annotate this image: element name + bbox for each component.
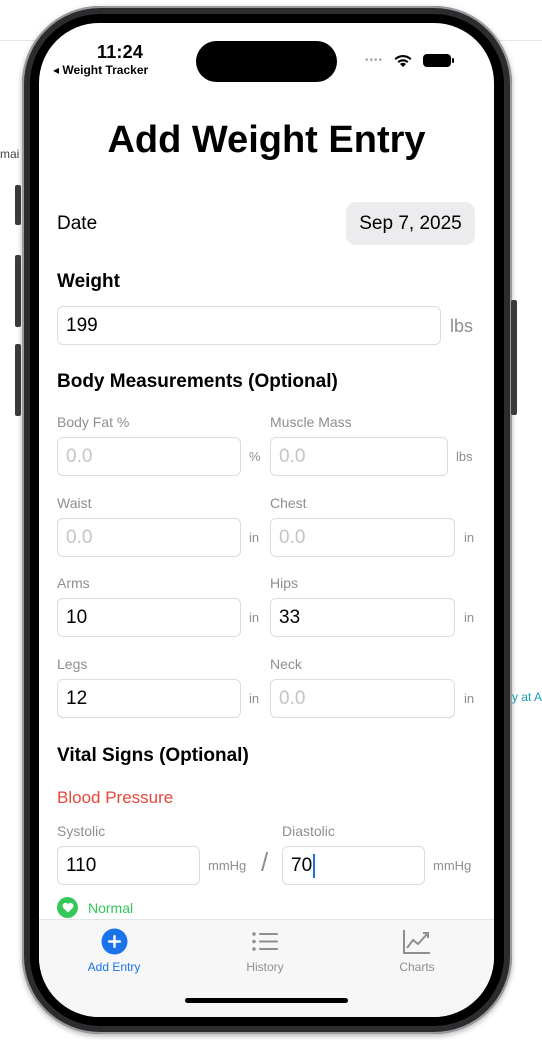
app-screen: 11:24 ◂ Weight Tracker •••• Add Weight E… — [39, 23, 494, 1017]
systolic-input[interactable]: 110 — [57, 846, 200, 885]
waist-input[interactable]: 0.0 — [57, 518, 241, 557]
neck-unit: in — [464, 691, 475, 706]
bp-separator: / — [261, 847, 269, 877]
tab-charts-label: Charts — [399, 960, 435, 974]
blood-pressure-title: Blood Pressure — [57, 788, 174, 807]
legs-unit: in — [249, 691, 260, 706]
diastolic-unit: mmHg — [433, 858, 472, 873]
wifi-icon — [394, 54, 412, 67]
body-fat-input[interactable]: 0.0 — [57, 437, 241, 476]
text-caret — [313, 853, 316, 878]
body-fat-unit: % — [249, 449, 261, 464]
volume-down-button — [15, 344, 21, 416]
arms-input[interactable]: 10 — [57, 598, 241, 637]
vital-signs-title: Vital Signs (Optional) — [57, 745, 249, 766]
volume-up-button — [15, 255, 21, 327]
home-indicator[interactable] — [185, 998, 348, 1003]
dynamic-island — [196, 41, 337, 82]
body-measurements-title: Body Measurements (Optional) — [57, 371, 338, 392]
hips-label: Hips — [270, 575, 299, 591]
chest-input[interactable]: 0.0 — [270, 518, 455, 557]
hips-input[interactable]: 33 — [270, 598, 455, 637]
battery-icon — [423, 54, 455, 67]
tab-charts[interactable]: Charts — [357, 928, 477, 974]
waist-unit: in — [249, 530, 260, 545]
neck-input[interactable]: 0.0 — [270, 679, 455, 718]
chest-label: Chest — [270, 495, 307, 511]
date-label: Date — [57, 213, 98, 234]
plus-circle-icon — [101, 928, 127, 955]
chest-unit: in — [464, 530, 475, 545]
signal-dots-icon: •••• — [365, 55, 384, 66]
diastolic-label: Diastolic — [282, 823, 335, 839]
tab-history[interactable]: History — [205, 928, 325, 974]
bp-status: Normal — [57, 897, 133, 918]
legs-input[interactable]: 12 — [57, 679, 241, 718]
heart-icon — [57, 897, 78, 918]
diastolic-value: 70 — [291, 854, 313, 876]
muscle-mass-label: Muscle Mass — [270, 414, 352, 430]
weight-input[interactable]: 199 — [57, 306, 441, 345]
diastolic-input[interactable]: 70 — [282, 846, 425, 885]
weight-unit: lbs — [450, 316, 474, 336]
legs-label: Legs — [57, 656, 88, 672]
power-button — [511, 300, 517, 415]
page-title: Add Weight Entry — [107, 119, 426, 161]
hips-unit: in — [464, 610, 475, 625]
systolic-label: Systolic — [57, 823, 106, 839]
action-button — [15, 185, 21, 225]
list-icon — [252, 932, 278, 951]
bp-status-text: Normal — [88, 899, 134, 916]
systolic-unit: mmHg — [208, 858, 247, 873]
neck-label: Neck — [270, 656, 302, 672]
arms-unit: in — [249, 610, 260, 625]
chart-icon — [403, 930, 430, 954]
waist-label: Waist — [57, 495, 92, 511]
tab-history-label: History — [246, 960, 284, 974]
date-picker-button[interactable]: Sep 7, 2025 — [346, 202, 475, 245]
status-time: 11:24 — [97, 42, 144, 62]
arms-label: Arms — [57, 575, 90, 591]
background-text-left: mai — [0, 147, 20, 161]
tab-add-entry[interactable]: Add Entry — [54, 928, 174, 974]
tab-add-entry-label: Add Entry — [87, 960, 141, 974]
weight-section-title: Weight — [57, 271, 120, 292]
status-icons: •••• — [365, 53, 455, 68]
body-fat-label: Body Fat % — [57, 414, 130, 430]
muscle-mass-unit: lbs — [456, 449, 473, 464]
muscle-mass-input[interactable]: 0.0 — [270, 437, 448, 476]
back-to-app-link[interactable]: ◂ Weight Tracker — [53, 63, 148, 77]
